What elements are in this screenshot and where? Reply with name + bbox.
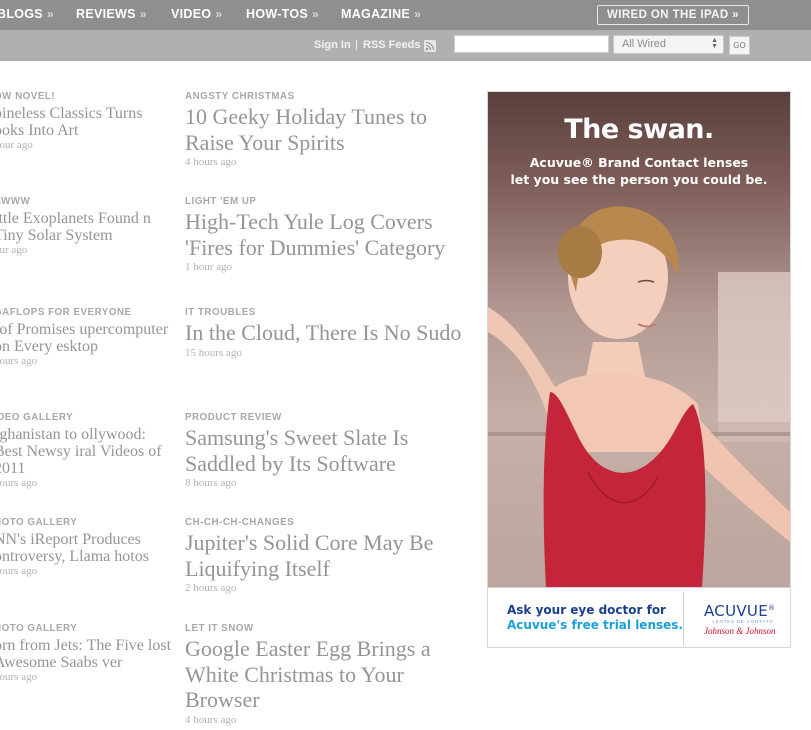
- sign-in-link[interactable]: Sign In: [314, 39, 351, 51]
- story-headline[interactable]: rof Promises upercomputer on Every eskto…: [0, 321, 172, 355]
- ad-subheadline-line: let you see the person you could be.: [510, 172, 768, 187]
- story-item[interactable]: LIGHT 'EM UP High-Tech Yule Log Covers '…: [185, 196, 470, 273]
- ad-headline: The swan.: [564, 114, 714, 145]
- story-headline[interactable]: Samsung's Sweet Slate Is Saddled by Its …: [185, 425, 470, 476]
- nav-item-blogs[interactable]: BLOGS»: [0, 7, 54, 21]
- story-timestamp: 1 hour ago: [185, 261, 233, 273]
- story-headline[interactable]: fghanistan to ollywood: Best Newsy iral …: [0, 426, 172, 477]
- story-headline[interactable]: NN's iReport Produces ontroversy, Llama …: [0, 531, 172, 565]
- ad-photo[interactable]: The swan. Acuvue® Brand Contact lenses l…: [488, 92, 790, 587]
- nav-item-video[interactable]: VIDEO»: [171, 7, 222, 21]
- story-headline[interactable]: In the Cloud, There Is No Sudo: [185, 320, 470, 346]
- story-timestamp: our ago: [0, 244, 28, 256]
- acuvue-logo-subtext: LENTES DE CONTATO: [712, 619, 774, 624]
- story-timestamp: hour ago: [0, 139, 33, 151]
- wired-on-ipad-button[interactable]: WIRED ON THE IPAD »: [597, 5, 749, 25]
- story-kicker: IT TROUBLES: [185, 307, 256, 318]
- story-item[interactable]: ANGSTY CHRISTMAS 10 Geeky Holiday Tunes …: [185, 91, 470, 168]
- johnson-johnson-logo: Johnson & Johnson: [704, 626, 776, 636]
- nav-item-magazine[interactable]: MAGAZINE»: [341, 7, 421, 21]
- nav-item-how-tos[interactable]: HOW-TOS»: [246, 7, 319, 21]
- util-separator: |: [355, 39, 358, 51]
- story-kicker: GAFLOPS FOR EVERYONE: [0, 307, 132, 318]
- ad-divider: [683, 592, 684, 645]
- rss-icon[interactable]: [424, 40, 436, 52]
- story-item[interactable]: HOTO GALLERY NN's iReport Produces ontro…: [0, 517, 172, 577]
- nav-label: VIDEO: [171, 7, 212, 21]
- go-button[interactable]: GO: [729, 36, 750, 55]
- story-timestamp: hours ago: [0, 565, 38, 577]
- story-item[interactable]: AWWW ittle Exoplanets Found n Tiny Solar…: [0, 196, 172, 256]
- nav-label: BLOGS: [0, 7, 43, 21]
- chevron-right-icon: »: [46, 7, 54, 21]
- nav-item-reviews[interactable]: REVIEWS»: [76, 7, 147, 21]
- story-item[interactable]: CH-CH-CH-CHANGES Jupiter's Solid Core Ma…: [185, 517, 470, 594]
- story-headline[interactable]: Google Easter Egg Brings a White Christm…: [185, 636, 470, 713]
- story-headline[interactable]: orn from Jets: The Five lost Awesome Saa…: [0, 637, 172, 671]
- ad-cta-line: Acuvue's free trial lenses.: [507, 618, 683, 632]
- story-headline[interactable]: Jupiter's Solid Core May Be Liquifying I…: [185, 530, 470, 581]
- search-scope-select[interactable]: All Wired ▲ ▼: [613, 35, 724, 54]
- story-timestamp: 8 hours ago: [185, 477, 237, 489]
- story-kicker: LIGHT 'EM UP: [185, 196, 257, 207]
- story-headline[interactable]: 10 Geeky Holiday Tunes to Raise Your Spi…: [185, 104, 470, 155]
- story-kicker: OW NOVEL!: [0, 91, 56, 102]
- logo-reg-mark: ®: [767, 604, 776, 612]
- ad-footer[interactable]: Ask your eye doctor for Acuvue's free tr…: [488, 587, 790, 647]
- chevron-right-icon: »: [414, 7, 422, 21]
- story-timestamp: hours ago: [0, 671, 38, 683]
- story-timestamp: 4 hours ago: [185, 156, 237, 168]
- search-input[interactable]: [454, 35, 609, 53]
- story-kicker: CH-CH-CH-CHANGES: [185, 517, 295, 528]
- decorative-dot-border: [487, 711, 791, 717]
- story-headline[interactable]: pineless Classics Turns ooks Into Art: [0, 105, 172, 139]
- story-timestamp: hours ago: [0, 477, 38, 489]
- story-timestamp: 4 hours ago: [185, 713, 237, 726]
- ad-subheadline-line: Acuvue® Brand Contact lenses: [529, 155, 749, 170]
- story-kicker: ANGSTY CHRISTMAS: [185, 91, 295, 102]
- story-headline[interactable]: High-Tech Yule Log Covers 'Fires for Dum…: [185, 209, 470, 260]
- story-kicker: LET IT SNOW: [185, 623, 254, 634]
- story-item[interactable]: GAFLOPS FOR EVERYONE rof Promises uperco…: [0, 307, 172, 367]
- top-nav: BLOGS» REVIEWS» VIDEO» HOW-TOS» MAGAZINE…: [0, 0, 811, 30]
- story-item[interactable]: IT TROUBLES In the Cloud, There Is No Su…: [185, 307, 470, 359]
- story-headline[interactable]: ittle Exoplanets Found n Tiny Solar Syst…: [0, 210, 172, 244]
- search-scope-value: All Wired: [622, 38, 667, 50]
- acuvue-logo: ACUVUE®: [704, 602, 775, 620]
- story-item[interactable]: HOTO GALLERY orn from Jets: The Five los…: [0, 623, 172, 683]
- logo-text: ACUVUE: [704, 602, 768, 620]
- rss-feeds-link[interactable]: RSS Feeds: [363, 39, 420, 51]
- nav-label: HOW-TOS: [246, 7, 309, 21]
- story-kicker: HOTO GALLERY: [0, 623, 78, 634]
- ad-cta-line: Ask your eye doctor for: [507, 603, 666, 617]
- story-kicker: IDEO GALLERY: [0, 412, 74, 423]
- nav-label: MAGAZINE: [341, 7, 411, 21]
- select-arrows-icon: ▲ ▼: [711, 37, 718, 50]
- story-timestamp: hours ago: [0, 355, 38, 367]
- story-timestamp: 2 hours ago: [185, 582, 237, 594]
- story-kicker: PRODUCT REVIEW: [185, 412, 282, 423]
- story-item[interactable]: OW NOVEL! pineless Classics Turns ooks I…: [0, 91, 172, 151]
- chevron-right-icon: »: [312, 7, 320, 21]
- story-item[interactable]: IDEO GALLERY fghanistan to ollywood: Bes…: [0, 412, 172, 489]
- chevron-right-icon: »: [215, 7, 223, 21]
- story-timestamp: 15 hours ago: [185, 346, 242, 359]
- story-kicker: AWWW: [0, 196, 31, 207]
- story-item[interactable]: LET IT SNOW Google Easter Egg Brings a W…: [185, 623, 470, 726]
- story-kicker: HOTO GALLERY: [0, 517, 78, 528]
- acuvue-advertisement[interactable]: The swan. Acuvue® Brand Contact lenses l…: [487, 91, 791, 648]
- nav-label: REVIEWS: [76, 7, 136, 21]
- ad-subheadline: Acuvue® Brand Contact lenses let you see…: [488, 154, 790, 188]
- chevron-right-icon: »: [139, 7, 147, 21]
- story-item[interactable]: PRODUCT REVIEW Samsung's Sweet Slate Is …: [185, 412, 470, 489]
